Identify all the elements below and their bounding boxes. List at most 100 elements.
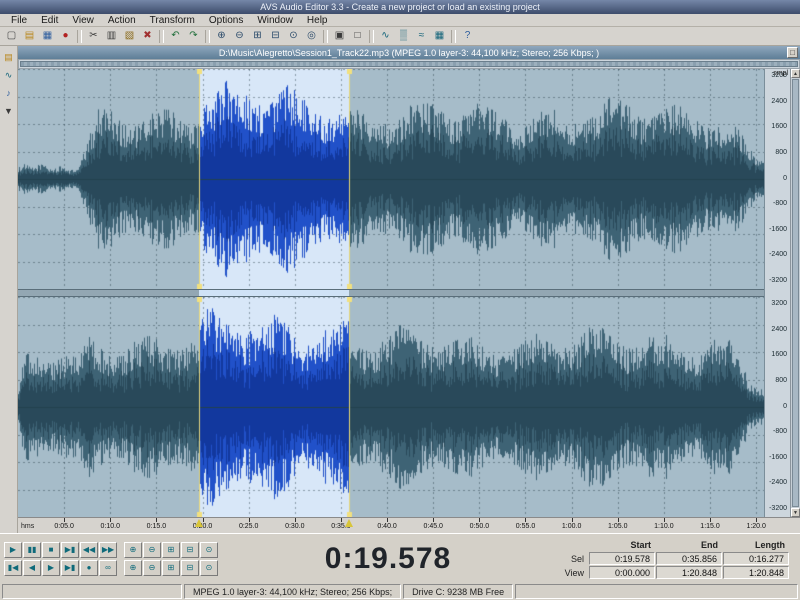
main-area: ▤ ∿ ♪ ▼ D:\Music\Alegretto\Session1_Track22… bbox=[0, 46, 800, 533]
bottom-panel: ▶▮▮■▶▮◀◀▶▶⊕⊖⊞⊟⊙▮◀◀▶▶▮●∞⊕⊖⊞⊟⊙ 0:19.578 St… bbox=[0, 533, 800, 583]
scale-unit-label: smpl bbox=[773, 70, 788, 77]
menu-options[interactable]: Options bbox=[202, 15, 250, 26]
selection-end-marker[interactable] bbox=[345, 519, 353, 527]
scale-label: -3200 bbox=[769, 277, 787, 284]
scrollbar-thumb[interactable] bbox=[20, 61, 798, 67]
new-file-button[interactable]: ▢ bbox=[3, 28, 20, 44]
status-bar: MPEG 1.0 layer-3: 44,100 kHz; Stereo; 25… bbox=[0, 583, 800, 600]
zoom-selection-button[interactable]: ⊞ bbox=[249, 28, 266, 44]
column-header: Length bbox=[723, 538, 789, 551]
save-button[interactable]: ▦ bbox=[39, 28, 56, 44]
record-transport-button[interactable]: ● bbox=[80, 560, 98, 576]
fast-forward-button[interactable]: ▶▶ bbox=[99, 542, 117, 558]
doc-maximize-button[interactable]: □ bbox=[787, 47, 798, 58]
step-back-button[interactable]: ◀ bbox=[23, 560, 41, 576]
zoom-all-button[interactable]: ⊟ bbox=[267, 28, 284, 44]
waveform-right-channel[interactable] bbox=[18, 297, 764, 517]
vertical-scrollbar[interactable]: ▲ ▼ bbox=[790, 69, 800, 517]
go-end-button[interactable]: ▶▮ bbox=[61, 560, 79, 576]
horizontal-scrollbar[interactable] bbox=[18, 59, 800, 69]
toolbar-separator bbox=[369, 30, 374, 43]
cut-button[interactable]: ✂ bbox=[85, 28, 102, 44]
wave-zoom-in-button[interactable]: ⊕ bbox=[124, 542, 142, 558]
menu-file[interactable]: File bbox=[4, 15, 34, 26]
undo-button[interactable]: ↶ bbox=[167, 28, 184, 44]
zoom-horizontal-button[interactable]: ⊙ bbox=[285, 28, 302, 44]
play-button[interactable]: ▶ bbox=[4, 542, 22, 558]
ruler-tick bbox=[756, 518, 757, 522]
menu-action[interactable]: Action bbox=[101, 15, 143, 26]
wave-zoom-selection-button[interactable]: ⊞ bbox=[162, 542, 180, 558]
pause-button[interactable]: ▮▮ bbox=[23, 542, 41, 558]
waveform-area: 3200240016008000-800-1600-2400-3200 3200… bbox=[18, 69, 800, 517]
ruler-tick-label: 0:15.0 bbox=[147, 523, 166, 530]
vertical-zoom-restore-button[interactable]: ⊙ bbox=[200, 560, 218, 576]
markers-panel-button[interactable]: ▼ bbox=[1, 103, 17, 119]
open-button[interactable]: ▤ bbox=[21, 28, 38, 44]
menu-window[interactable]: Window bbox=[250, 15, 300, 26]
help-button[interactable]: ? bbox=[459, 28, 476, 44]
menu-view[interactable]: View bbox=[65, 15, 101, 26]
ruler-tick bbox=[387, 518, 388, 522]
spectral-view-button[interactable]: ▒ bbox=[395, 28, 412, 44]
paste-button[interactable]: ▧ bbox=[121, 28, 138, 44]
ruler-tick bbox=[110, 518, 111, 522]
row-label: View bbox=[558, 566, 588, 579]
multi-view-button[interactable]: ▦ bbox=[431, 28, 448, 44]
zoom-out-button[interactable]: ⊖ bbox=[231, 28, 248, 44]
vertical-zoom-selection-button[interactable]: ⊞ bbox=[162, 560, 180, 576]
vertical-zoom-in-button[interactable]: ⊕ bbox=[124, 560, 142, 576]
scroll-up-arrow[interactable]: ▲ bbox=[791, 69, 800, 78]
vertical-zoom-all-button[interactable]: ⊟ bbox=[181, 560, 199, 576]
waveform-left-channel[interactable] bbox=[18, 69, 764, 289]
play-selection-button[interactable]: ▶▮ bbox=[61, 542, 79, 558]
value-cell: 1:20.848 bbox=[723, 566, 789, 579]
scale-label: 3200 bbox=[771, 300, 787, 307]
scroll-down-arrow[interactable]: ▼ bbox=[791, 508, 800, 517]
effects-panel-button[interactable]: ∿ bbox=[1, 67, 17, 83]
status-fill-segment bbox=[515, 584, 798, 599]
go-start-button[interactable]: ▮◀ bbox=[4, 560, 22, 576]
selection-panel-corner bbox=[558, 538, 588, 551]
loop-button[interactable]: ∞ bbox=[99, 560, 117, 576]
step-forward-button[interactable]: ▶ bbox=[42, 560, 60, 576]
rewind-button[interactable]: ◀◀ bbox=[80, 542, 98, 558]
selection-start-marker[interactable] bbox=[195, 519, 203, 527]
zoom-vertical-button[interactable]: ◎ bbox=[303, 28, 320, 44]
vertical-scrollbar-thumb[interactable] bbox=[792, 79, 799, 507]
left-channel-scale: 3200240016008000-800-1600-2400-3200 bbox=[765, 72, 789, 284]
scale-label: -800 bbox=[773, 428, 787, 435]
wave-zoom-restore-button[interactable]: ⊙ bbox=[200, 542, 218, 558]
file-browser-panel-button[interactable]: ▤ bbox=[1, 49, 17, 65]
value-cell: 0:35.856 bbox=[656, 552, 722, 565]
zoom-in-button[interactable]: ⊕ bbox=[213, 28, 230, 44]
envelope-view-button[interactable]: ≈ bbox=[413, 28, 430, 44]
wave-zoom-out-button[interactable]: ⊖ bbox=[143, 542, 161, 558]
ruler-tick-label: 1:00.0 bbox=[562, 523, 581, 530]
scale-label: -800 bbox=[773, 200, 787, 207]
library-panel-button[interactable]: ♪ bbox=[1, 85, 17, 101]
vertical-zoom-out-button[interactable]: ⊖ bbox=[143, 560, 161, 576]
status-drive: Drive C: 9238 MB Free bbox=[403, 584, 513, 599]
deselect-button[interactable]: □ bbox=[349, 28, 366, 44]
delete-button[interactable]: ✖ bbox=[139, 28, 156, 44]
wave-zoom-all-button[interactable]: ⊟ bbox=[181, 542, 199, 558]
redo-button[interactable]: ↷ bbox=[185, 28, 202, 44]
record-button[interactable]: ● bbox=[57, 28, 74, 44]
select-all-button[interactable]: ▣ bbox=[331, 28, 348, 44]
ruler-tick-label: 0:10.0 bbox=[101, 523, 120, 530]
waveform-view-button[interactable]: ∿ bbox=[377, 28, 394, 44]
ruler-tick bbox=[64, 518, 65, 522]
toolbar-separator bbox=[159, 30, 164, 43]
copy-button[interactable]: ▥ bbox=[103, 28, 120, 44]
menu-help[interactable]: Help bbox=[300, 15, 335, 26]
menu-edit[interactable]: Edit bbox=[34, 15, 65, 26]
ruler-tick-label: 1:10.0 bbox=[654, 523, 673, 530]
scale-label: 0 bbox=[783, 403, 787, 410]
ruler-tick-label: 0:45.0 bbox=[423, 523, 442, 530]
document-window: D:\Music\Alegretto\Session1_Track22.mp3 … bbox=[18, 46, 800, 533]
stop-button[interactable]: ■ bbox=[42, 542, 60, 558]
ruler-tick bbox=[341, 518, 342, 522]
menu-transform[interactable]: Transform bbox=[143, 15, 202, 26]
timeline-ruler[interactable]: hms 0:05.00:10.00:15.00:20.00:25.00:30.0… bbox=[18, 517, 800, 533]
